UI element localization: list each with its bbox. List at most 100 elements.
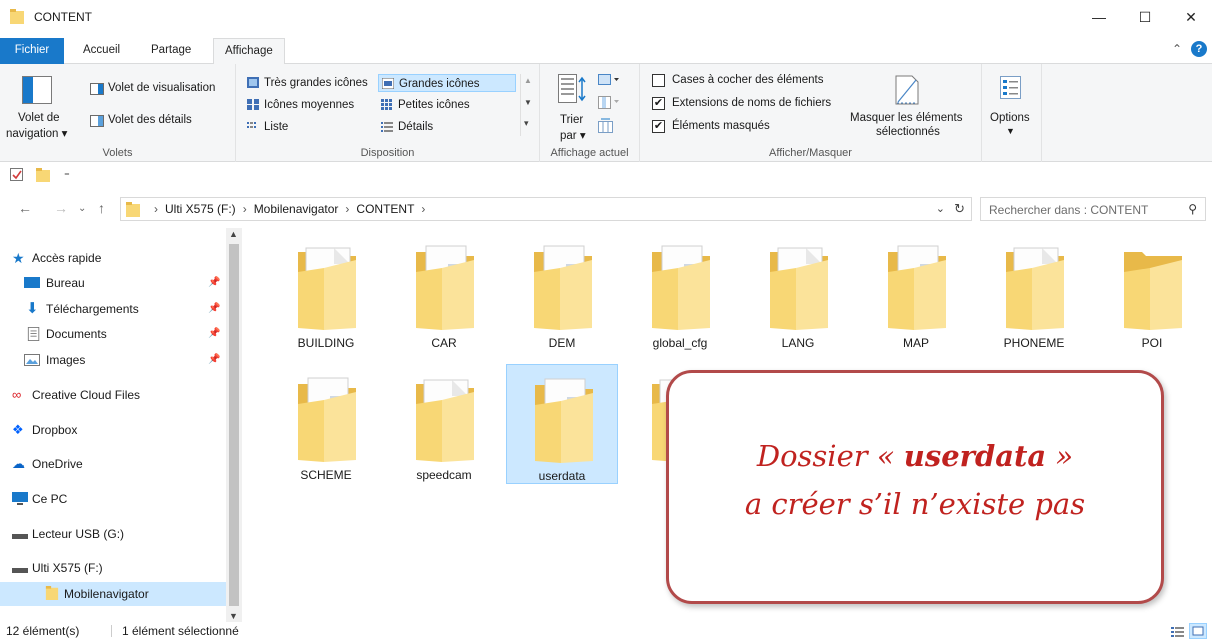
help-icon[interactable]: ?	[1191, 41, 1207, 57]
close-button[interactable]: ✕	[1168, 0, 1212, 34]
nav-this-pc[interactable]: Ce PC	[0, 487, 226, 511]
breadcrumb-mobilenavigator[interactable]: Mobilenavigator	[254, 202, 339, 216]
tab-home[interactable]: Accueil	[72, 38, 131, 64]
nav-scrollbar[interactable]: ▲ ▼	[226, 228, 242, 622]
nav-dropbox[interactable]: ❖ Dropbox	[0, 418, 226, 442]
minimize-ribbon-icon[interactable]: ⌃	[1172, 42, 1182, 56]
group-by-button[interactable]	[598, 74, 624, 92]
hidden-items-option[interactable]: ✔ Éléments masqués	[652, 118, 852, 136]
folder-item[interactable]: SCHEME	[270, 364, 382, 484]
customize-qat-icon[interactable]: ₌	[64, 166, 70, 179]
tab-share[interactable]: Partage	[140, 38, 202, 64]
refresh-icon[interactable]: ↻	[954, 201, 965, 217]
folder-item[interactable]: PHONEME	[978, 232, 1090, 352]
folder-item[interactable]: LANG	[742, 232, 854, 352]
callout-folder-name: userdata	[903, 439, 1047, 473]
layout-scrollbar[interactable]: ▲ ▼ ▾	[520, 74, 534, 136]
folder-name: LANG	[781, 336, 815, 350]
breadcrumb-separator[interactable]: ›	[243, 202, 247, 216]
file-extensions-option[interactable]: ✔ Extensions de noms de fichiers	[652, 95, 852, 113]
address-bar[interactable]: › Ulti X575 (F:) › Mobilenavigator › CONTENT ›…	[120, 197, 972, 221]
folder-item[interactable]: speedcam	[388, 364, 500, 484]
nav-desktop[interactable]: Bureau 📌	[0, 271, 226, 295]
breadcrumb-ulti[interactable]: Ulti X575 (F:)	[165, 202, 236, 216]
nav-mobilenavigator[interactable]: Mobilenavigator	[0, 582, 226, 606]
folder-icon	[126, 202, 140, 217]
layout-list[interactable]: Liste	[244, 118, 376, 136]
large-icons-view-icon[interactable]	[1189, 623, 1208, 639]
breadcrumb-separator[interactable]: ›	[345, 202, 349, 216]
back-icon[interactable]: ←	[18, 200, 32, 216]
layout-medium-icons[interactable]: Icônes moyennes	[244, 96, 376, 114]
layout-large-icons[interactable]: Grandes icônes	[378, 74, 516, 92]
nav-downloads[interactable]: ⬇ Téléchargements 📌	[0, 297, 226, 321]
hidden-items-label: Éléments masqués	[672, 120, 770, 132]
scroll-down-icon[interactable]: ▼	[229, 611, 238, 621]
hide-selected-label-2: sélectionnés	[876, 126, 940, 138]
minimize-button[interactable]: —	[1076, 0, 1122, 34]
nav-documents[interactable]: Documents 📌	[0, 322, 226, 346]
folder-item[interactable]: CAR	[388, 232, 500, 352]
details-view-icon[interactable]	[1170, 625, 1186, 639]
hidden-items-checkbox[interactable]: ✔	[652, 120, 665, 133]
breadcrumb-content[interactable]: CONTENT	[356, 202, 414, 216]
layout-medium-label: Icônes moyennes	[264, 99, 355, 111]
folder-icon	[535, 378, 593, 463]
nav-ulti-label: Ulti X575 (F:)	[32, 561, 103, 575]
new-folder-icon[interactable]	[36, 168, 50, 182]
search-box[interactable]: Rechercher dans : CONTENT ⚲	[980, 197, 1206, 221]
folder-item[interactable]: POI	[1096, 232, 1208, 352]
scroll-down-icon[interactable]: ▼	[524, 98, 532, 107]
navigation-pane-button[interactable]: Volet de navigation ▾	[4, 72, 82, 142]
pin-icon[interactable]: 📌	[208, 297, 220, 321]
add-columns-button[interactable]	[598, 96, 624, 114]
item-checkboxes-option[interactable]: Cases à cocher des éléments	[652, 72, 852, 90]
nav-onedrive-label: OneDrive	[32, 457, 83, 471]
preview-pane-button[interactable]: Volet de visualisation	[88, 80, 234, 98]
recent-locations-icon[interactable]: ⌄	[78, 203, 86, 214]
pin-icon[interactable]: 📌	[208, 322, 220, 346]
folder-item[interactable]: global_cfg	[624, 232, 736, 352]
nav-ulti-drive[interactable]: Ulti X575 (F:)	[0, 556, 226, 580]
size-columns-button[interactable]	[598, 118, 624, 136]
folder-item[interactable]: MAP	[860, 232, 972, 352]
up-icon[interactable]: ↑	[98, 200, 105, 216]
nav-onedrive[interactable]: ☁ OneDrive	[0, 452, 226, 476]
address-dropdown-icon[interactable]: ⌄	[936, 202, 945, 215]
folder-item[interactable]: BUILDING	[270, 232, 382, 352]
folder-name: userdata	[538, 469, 586, 483]
item-checkboxes-checkbox[interactable]	[652, 74, 665, 87]
scrollbar-thumb[interactable]	[229, 244, 239, 606]
file-extensions-checkbox[interactable]: ✔	[652, 97, 665, 110]
pin-icon[interactable]: 📌	[208, 348, 220, 372]
drive-icon	[12, 568, 28, 573]
expand-gallery-icon[interactable]: ▾	[524, 118, 529, 129]
scroll-up-icon[interactable]: ▲	[524, 76, 532, 85]
details-pane-button[interactable]: Volet des détails	[88, 112, 234, 130]
maximize-button[interactable]: ☐	[1122, 0, 1168, 34]
pin-icon[interactable]: 📌	[208, 271, 220, 295]
breadcrumb-separator[interactable]: ›	[421, 202, 425, 216]
options-button[interactable]: Options ▼	[986, 72, 1038, 142]
sort-by-button[interactable]: Trier par ▾	[554, 72, 588, 142]
title-bar: CONTENT — ☐ ✕	[0, 0, 1212, 34]
search-icon[interactable]: ⚲	[1188, 202, 1197, 216]
layout-small-icons[interactable]: Petites icônes	[378, 96, 510, 114]
nav-usb-label: Lecteur USB (G:)	[32, 527, 125, 541]
folder-item[interactable]: DEM	[506, 232, 618, 352]
layout-extra-large-icons[interactable]: Très grandes icônes	[244, 74, 376, 92]
folder-icon	[416, 379, 474, 462]
forward-icon[interactable]: →	[54, 200, 68, 216]
hide-selected-button[interactable]: Masquer les éléments sélectionnés	[844, 72, 972, 142]
folder-item[interactable]: userdata	[506, 364, 618, 484]
nav-pictures[interactable]: Images 📌	[0, 348, 226, 372]
properties-icon[interactable]	[10, 168, 24, 182]
nav-usb-drive[interactable]: Lecteur USB (G:)	[0, 522, 226, 546]
nav-creative-cloud[interactable]: ∞ Creative Cloud Files	[0, 383, 226, 407]
tab-file[interactable]: Fichier	[0, 38, 64, 64]
layout-details[interactable]: Détails	[378, 118, 510, 136]
nav-quick-access[interactable]: ★ Accès rapide	[0, 246, 226, 270]
scroll-up-icon[interactable]: ▲	[229, 229, 238, 239]
tab-view[interactable]: Affichage	[213, 38, 285, 65]
group-panes: Volet de navigation ▾ Volet de visualisa…	[0, 64, 236, 162]
